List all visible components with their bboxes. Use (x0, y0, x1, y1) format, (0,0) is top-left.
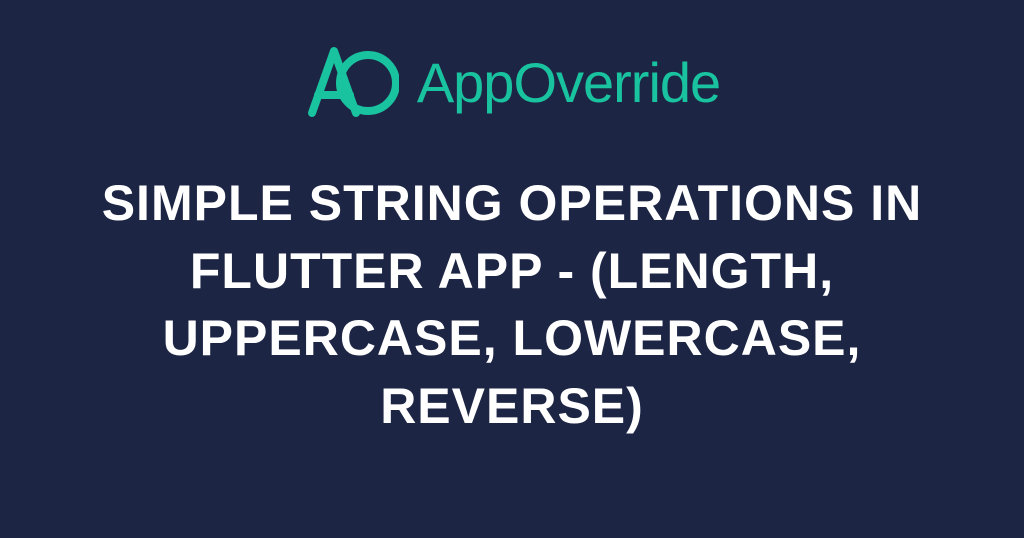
brand-logo: AppOverride (304, 45, 720, 120)
logo-icon (304, 45, 399, 120)
page-title: Simple String Operations in Flutter App … (62, 170, 962, 440)
brand-name: AppOverride (417, 50, 720, 115)
